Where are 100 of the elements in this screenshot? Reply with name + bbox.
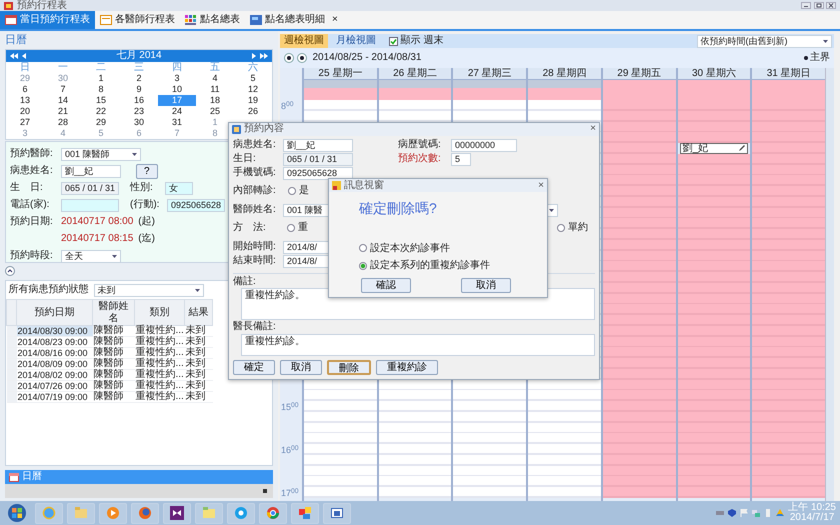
question-text: 確定刪除嗎? [359,200,437,216]
tab[interactable]: 點名總表 [180,11,245,29]
calendar-day[interactable]: 27 [6,116,44,128]
calendar-day[interactable]: 22 [82,106,120,117]
calendar-day[interactable]: 23 [120,106,158,117]
close-button[interactable]: × [330,15,340,25]
tab[interactable]: 點名總表明細 [245,11,330,29]
field-label: 病歷號碼: [398,139,442,151]
radio-label: 單約 [568,222,588,234]
calendar-day[interactable]: 30 [120,116,158,128]
time-label: 16$^{00}$ [281,445,299,455]
weekday-label: 一 [57,62,69,73]
input-field[interactable]: 065 / 01 / 31 [61,182,119,195]
checkbox-label: 顯示 週末 [400,35,444,47]
legend-label: 主界 [810,52,830,64]
close-button[interactable]: × [590,123,596,135]
calendar-day[interactable]: 20 [6,106,44,117]
dropdown[interactable]: 全天 [61,250,121,263]
table-cell: 未到 [184,348,212,359]
calendar-day[interactable]: 28 [44,116,82,128]
field-label: 方 法: [233,222,267,234]
table-cell: 重複性約... [134,380,184,392]
table-cell: 陳醫師 [92,392,134,403]
dialog-title: 預約內容 [244,123,284,135]
field-label: 病患姓名: [10,165,54,177]
input-field[interactable]: 0925065628 [283,166,353,180]
input-field[interactable]: 5 [451,152,471,166]
input-field[interactable]: 劉__妃 [61,164,121,178]
calendar-day[interactable]: 12 [234,84,272,95]
radio-label: 設定本次約診事件 [370,242,450,254]
input-field[interactable]: 065 / 01 / 31 [283,152,353,166]
field-label: 預約次數: [398,153,442,165]
calendar-day[interactable]: 8 [82,84,120,95]
field-label: 性別: [130,182,154,194]
table-cell: 重複性約... [134,370,184,381]
input-field[interactable]: 劉__妃 [283,138,353,152]
weekday-label: 三 [133,62,145,73]
calendar-day[interactable]: 19 [234,94,272,106]
radio-label: 是 [299,185,309,197]
tab[interactable]: 當日預約行程表 [0,11,95,29]
calendar-day[interactable]: 21 [44,106,82,117]
tab[interactable]: 各醫師行程表 [95,11,180,29]
calendar-day[interactable]: 6 [6,84,44,95]
table-cell: 未到 [184,380,212,392]
calendar-day[interactable]: 25 [196,106,234,117]
table-cell: 陳醫師 [92,336,134,348]
day-header: 31 星期日 [752,68,826,80]
view-tab[interactable]: 週檢視圖 [280,34,328,48]
calendar-day[interactable]: 11 [196,84,234,95]
input-field[interactable]: 女 [165,182,193,195]
text-area[interactable]: 重複性約診。 [241,334,595,356]
date-tag: (起) [138,216,155,228]
field-label: 預約日期: [10,216,54,228]
dropdown[interactable]: 未到 [94,284,204,297]
calendar-day[interactable]: 26 [234,106,272,117]
weekday-label: 五 [209,62,221,73]
calendar-day[interactable]: 18 [196,94,234,106]
calendar-day[interactable]: 29 [82,116,120,128]
calendar-day[interactable]: 2 [120,72,158,84]
field-label: (行動): [130,199,160,211]
field-label: 手機號碼: [233,167,277,179]
calendar-day[interactable]: 24 [158,106,196,117]
field-label: 預約時段: [10,250,54,262]
lookup-button[interactable]: ? [136,164,158,179]
dialog-button[interactable]: 刪除 [327,360,371,374]
calendar-day[interactable]: 7 [44,84,82,95]
table-cell: 未到 [184,336,212,348]
calendar-day[interactable]: 10 [158,84,196,95]
table-cell: 陳醫師 [92,358,134,370]
calendar-day[interactable]: 4 [196,72,234,84]
day-header: 28 星期四 [528,68,601,80]
dropdown[interactable]: 001 陳醫師 [61,148,141,161]
appointment-block[interactable]: 劉_妃 [680,143,748,154]
calendar-day[interactable]: 16 [120,94,158,106]
calendar-day[interactable]: 14 [44,94,82,106]
dialog-button[interactable]: 確認 [361,278,411,292]
input-field[interactable]: 0925065628 [167,198,225,212]
table-cell: 重複性約... [134,326,184,337]
filter-label: 所有病患預約狀態 [8,284,88,296]
dialog-button[interactable]: 取消 [280,360,322,374]
input-field[interactable]: 00000000 [451,138,517,152]
table-cell: 重複性約... [134,336,184,348]
field-label: 預約醫師: [10,148,54,160]
table-cell: 未到 [184,392,212,403]
calendar-day[interactable]: 15 [82,94,120,106]
table-cell: 重複性約... [134,392,184,403]
calendar-day[interactable]: 9 [120,84,158,95]
close-button[interactable]: × [538,180,544,192]
table-cell: 重複性約... [134,358,184,370]
dialog-button[interactable]: 重複約診 [376,360,438,374]
calendar-day[interactable]: 13 [6,94,44,106]
dialog-button[interactable]: 確定 [233,360,275,374]
day-header: 27 星期三 [453,68,526,80]
calendar-day[interactable]: 3 [158,72,196,84]
calendar-day[interactable]: 5 [234,72,272,84]
sort-dropdown[interactable]: 依預約時間(由舊到新) [696,34,832,48]
day-header: 25 星期一 [304,68,377,80]
calendar-day[interactable]: 31 [158,116,196,128]
calendar-day[interactable]: 1 [82,72,120,84]
dialog-button[interactable]: 取消 [461,278,511,292]
